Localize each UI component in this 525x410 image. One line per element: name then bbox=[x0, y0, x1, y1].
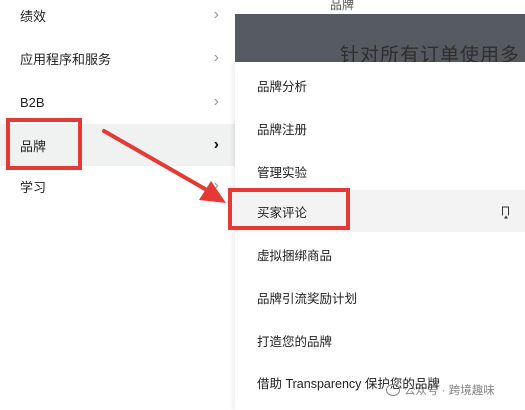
submenu-item-label: 虚拟捆绑商品 bbox=[257, 248, 333, 263]
menu-item-b2b[interactable]: B2B › bbox=[0, 82, 235, 122]
page-header: 品牌 bbox=[330, 0, 355, 12]
chevron-right-icon: › bbox=[213, 177, 219, 194]
submenu-item-brand-referral-bonus[interactable]: 品牌引流奖励计划 bbox=[235, 277, 525, 317]
bookmark-icon[interactable] bbox=[502, 206, 509, 219]
submenu-item-label: 品牌注册 bbox=[257, 122, 308, 137]
submenu-item-manage-experiments[interactable]: 管理实验 bbox=[235, 151, 525, 191]
submenu-item-label: 打造您的品牌 bbox=[257, 334, 333, 349]
submenu-item-build-your-brand[interactable]: 打造您的品牌 bbox=[235, 320, 525, 360]
annotation-box-customer-reviews bbox=[228, 188, 350, 230]
chevron-right-icon: › bbox=[213, 136, 219, 153]
menu-item-label: B2B bbox=[20, 94, 45, 110]
brand-submenu: 品牌分析 品牌注册 管理实验 买家评论 虚拟捆绑商品 品牌引流奖励计划 打造您的… bbox=[235, 62, 525, 410]
submenu-item-label: 管理实验 bbox=[257, 165, 308, 180]
submenu-item-brand-registry[interactable]: 品牌注册 bbox=[235, 108, 525, 148]
submenu-item-brand-analytics[interactable]: 品牌分析 bbox=[235, 65, 525, 105]
menu-item-label: 绩效 bbox=[20, 8, 47, 24]
submenu-item-label: 品牌引流奖励计划 bbox=[257, 291, 358, 306]
watermark-text: 公众号 · 跨境趣味 bbox=[404, 385, 495, 397]
chevron-right-icon: › bbox=[213, 49, 219, 66]
watermark: 公众号 · 跨境趣味 bbox=[386, 382, 495, 398]
annotation-box-brand bbox=[6, 118, 82, 170]
chevron-right-icon: › bbox=[213, 93, 219, 110]
submenu-item-virtual-bundles[interactable]: 虚拟捆绑商品 bbox=[235, 234, 525, 274]
page-header-strip bbox=[235, 0, 525, 14]
menu-item-performance[interactable]: 绩效 › bbox=[0, 0, 235, 35]
wechat-icon bbox=[386, 384, 400, 396]
submenu-item-label: 品牌分析 bbox=[257, 79, 308, 94]
menu-item-label: 学习 bbox=[20, 179, 47, 195]
menu-item-label: 应用程序和服务 bbox=[20, 51, 112, 67]
chevron-right-icon: › bbox=[213, 6, 219, 23]
menu-item-learn[interactable]: 学习 › bbox=[0, 166, 235, 206]
menu-item-apps-services[interactable]: 应用程序和服务 › bbox=[0, 38, 235, 78]
main-menu: 绩效 › 应用程序和服务 › B2B › 品牌 › 学习 › bbox=[0, 0, 235, 410]
